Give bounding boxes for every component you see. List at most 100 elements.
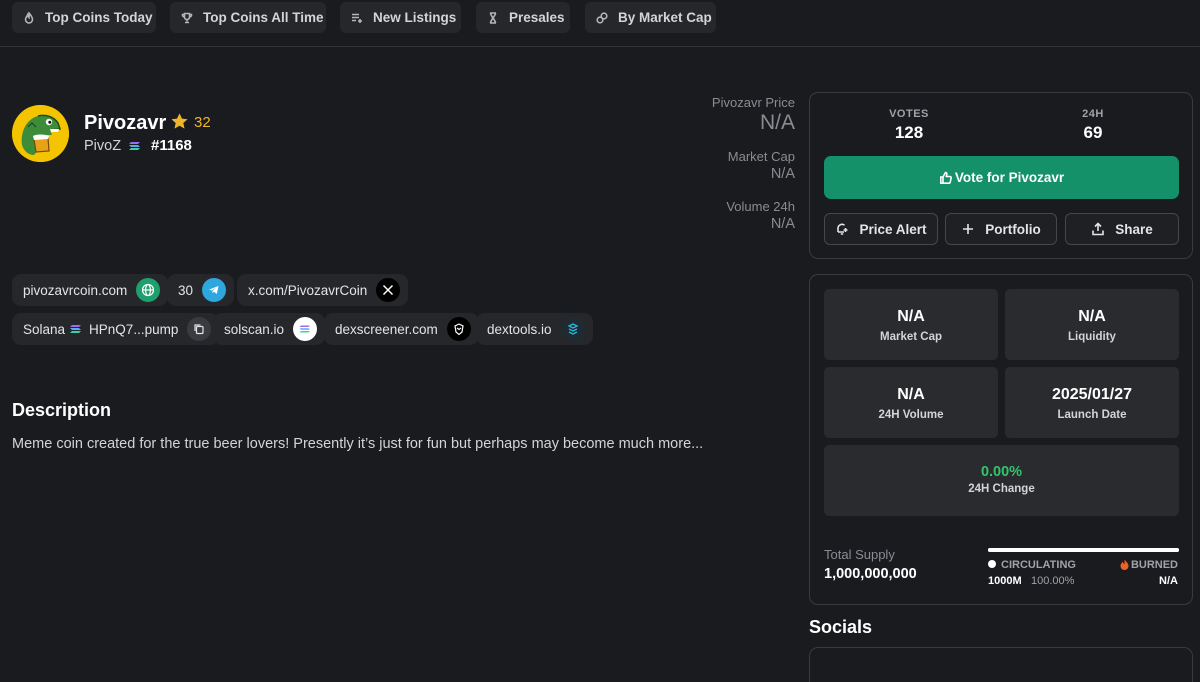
price-alert-label: Price Alert: [859, 221, 927, 237]
market-cap-card: N/A Market Cap: [824, 289, 998, 360]
liquidity-card: N/A Liquidity: [1005, 289, 1179, 360]
launch-date-label: Launch Date: [1057, 409, 1127, 421]
dextools-link[interactable]: dextools.io: [476, 313, 593, 345]
bell-plus-icon: [837, 223, 848, 235]
change-24h-value: 0.00%: [980, 464, 1023, 480]
flame-icon: [23, 11, 35, 24]
coin-logo: [12, 105, 69, 162]
volume-card: N/A 24H Volume: [824, 367, 998, 438]
plus-icon: [963, 224, 974, 234]
volume-value: N/A: [770, 216, 795, 232]
dinosaur-mascot-icon: [12, 105, 69, 162]
vote-button[interactable]: Vote for Pivozavr: [824, 156, 1179, 199]
telegram-icon: [202, 278, 227, 302]
votes-24h-label: 24H: [1082, 108, 1104, 120]
market-cap-label: Market Cap: [727, 149, 795, 164]
chain-label: Solana: [23, 321, 66, 337]
globe-icon: [136, 278, 161, 302]
dexscreener-link[interactable]: dexscreener.com: [324, 313, 479, 345]
solana-icon: [70, 325, 82, 333]
hourglass-icon: [487, 11, 499, 24]
burned-label: BURNED: [1130, 559, 1178, 571]
contract-address: HPnQ7...pump: [89, 321, 179, 337]
x-logo-icon: [376, 278, 401, 302]
dexscreener-icon: [446, 317, 471, 341]
dexscreener-link-label: dexscreener.com: [335, 321, 438, 337]
change-24h-card: 0.00% 24H Change: [824, 445, 1179, 516]
coin-name: Pivozavr: [84, 112, 167, 134]
nav-label: Top Coins Today: [45, 10, 153, 25]
market-stats-panel: N/A Market Cap N/A Liquidity N/A 24H Vol…: [809, 274, 1193, 605]
portfolio-button[interactable]: Portfolio: [945, 213, 1057, 245]
volume-label: Volume 24h: [726, 199, 795, 214]
dextools-link-label: dextools.io: [487, 321, 552, 337]
price-value: N/A: [759, 111, 795, 134]
list-plus-icon: [351, 12, 363, 24]
nav-label: Top Coins All Time: [203, 10, 324, 25]
dextools-icon: [560, 317, 585, 341]
vote-button-label: Vote for Pivozavr: [954, 170, 1065, 185]
change-24h-label: 24H Change: [968, 483, 1035, 495]
nav-label: Presales: [509, 10, 565, 25]
nav-top-coins-today[interactable]: Top Coins Today: [12, 2, 156, 33]
telegram-count: 30: [178, 282, 194, 298]
votes-label: VOTES: [889, 108, 929, 120]
website-link-label: pivozavrcoin.com: [23, 282, 128, 298]
copy-icon[interactable]: [187, 317, 212, 341]
socials-panel: [809, 647, 1193, 682]
coin-rank: #1168: [151, 137, 192, 154]
market-cap-card-value: N/A: [897, 308, 925, 325]
solscan-icon: [293, 317, 318, 341]
flame-icon: [1120, 559, 1129, 570]
liquidity-card-value: N/A: [1078, 308, 1106, 325]
solscan-link-label: solscan.io: [224, 321, 285, 337]
volume-card-value: N/A: [897, 386, 925, 403]
star-icon[interactable]: [170, 112, 189, 131]
nav-top-coins-all-time[interactable]: Top Coins All Time: [170, 2, 326, 33]
launch-date-value: 2025/01/27: [1051, 386, 1133, 403]
trophy-icon: [181, 12, 193, 24]
share-label: Share: [1115, 221, 1153, 237]
nav-label: New Listings: [373, 10, 457, 25]
twitter-link[interactable]: x.com/PivozavrCoin: [237, 274, 409, 306]
market-cap-value: N/A: [770, 166, 795, 182]
vote-panel: VOTES 128 24H 69 Vote for Pivozavr Price…: [809, 92, 1193, 259]
twitter-link-label: x.com/PivozavrCoin: [248, 282, 368, 298]
circulating-bar: [988, 548, 1179, 552]
solana-icon: [129, 142, 140, 150]
description-text: Meme coin created for the true beer love…: [12, 436, 704, 452]
volume-card-label: 24H Volume: [878, 409, 944, 421]
solscan-link[interactable]: solscan.io: [213, 313, 326, 345]
circulating-amount: 1000M: [988, 575, 1022, 587]
nav-label: By Market Cap: [618, 10, 712, 25]
votes-value: 128: [894, 123, 924, 142]
thumbs-up-icon: [939, 171, 952, 184]
description-title: Description: [12, 400, 112, 420]
share-button[interactable]: Share: [1065, 213, 1179, 245]
share-icon: [1092, 222, 1105, 236]
circulating-label: CIRCULATING: [1001, 559, 1076, 571]
market-cap-card-label: Market Cap: [880, 331, 942, 343]
circulating-percent: 100.00%: [1031, 575, 1075, 587]
nav-presales[interactable]: Presales: [476, 2, 570, 33]
price-label: Pivozavr Price: [711, 95, 795, 110]
star-count: 32: [194, 114, 211, 131]
liquidity-card-label: Liquidity: [1068, 331, 1116, 343]
telegram-link[interactable]: 30: [167, 274, 235, 306]
nav-new-listings[interactable]: New Listings: [340, 2, 461, 33]
top-nav: Top Coins Today Top Coins All Time New L…: [0, 0, 1200, 47]
coin-ticker: PivoZ: [84, 138, 122, 154]
burned-value: N/A: [1159, 575, 1178, 587]
total-supply-label: Total Supply: [824, 547, 895, 562]
circulating-bar-fill: [988, 548, 1179, 552]
coins-icon: [596, 11, 608, 24]
price-alert-button[interactable]: Price Alert: [824, 213, 938, 245]
total-supply-value: 1,000,000,000: [824, 566, 917, 582]
nav-by-market-cap[interactable]: By Market Cap: [585, 2, 716, 33]
website-link[interactable]: pivozavrcoin.com: [12, 274, 169, 306]
contract-chip[interactable]: Solana HPnQ7...pump: [12, 313, 220, 345]
votes-24h-value: 69: [1083, 123, 1103, 142]
circulating-dot-icon: [988, 560, 996, 568]
launch-date-card: 2025/01/27 Launch Date: [1005, 367, 1179, 438]
portfolio-label: Portfolio: [985, 221, 1041, 237]
